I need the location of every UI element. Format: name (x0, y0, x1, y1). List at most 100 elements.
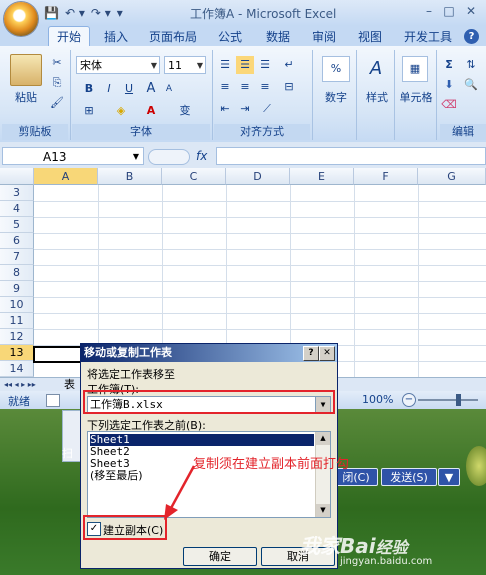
cells-button[interactable]: 单元格 (396, 88, 436, 104)
redo-icon[interactable]: ↷ ▾ (91, 6, 111, 20)
ok-button[interactable]: 确定 (183, 547, 257, 566)
list-scrollbar[interactable]: ▲ ▼ (315, 432, 330, 517)
paste-button[interactable]: 粘贴 (6, 88, 46, 106)
tab-review[interactable]: 审阅 (304, 28, 344, 46)
row-header[interactable]: 6 (0, 233, 34, 249)
decrease-font-icon[interactable]: A (160, 80, 178, 98)
clear-icon[interactable]: ⌫ (440, 96, 458, 114)
align-bottom-icon[interactable]: ☰ (256, 56, 274, 74)
tab-formulas[interactable]: 公式 (210, 28, 250, 46)
font-size-value: 11 (168, 59, 182, 72)
styles-icon[interactable]: A (362, 56, 390, 82)
row-header[interactable]: 14 (0, 361, 34, 377)
format-painter-icon[interactable]: 🖌 (48, 94, 66, 112)
column-header[interactable]: C (162, 168, 226, 185)
tab-home[interactable]: 开始 (48, 26, 90, 47)
align-left-icon[interactable]: ≡ (216, 78, 234, 96)
ribbon-separator (212, 50, 213, 140)
dialog-help-button[interactable]: ? (303, 346, 319, 361)
increase-indent-icon[interactable]: ⇥ (236, 100, 254, 118)
save-icon[interactable]: 💾 (44, 6, 59, 20)
row-header-selected[interactable]: 13 (0, 345, 34, 361)
tab-page-layout[interactable]: 页面布局 (146, 28, 200, 46)
cut-icon[interactable]: ✂ (48, 54, 66, 72)
wrap-text-icon[interactable]: ↵ (280, 56, 298, 74)
tab-view[interactable]: 视图 (350, 28, 390, 46)
orientation-icon[interactable]: ⟋ (258, 100, 276, 118)
font-name-combo[interactable]: 宋体 ▼ (76, 56, 160, 74)
column-header[interactable]: A (34, 168, 98, 185)
watermark-url: jingyan.baidu.com (340, 556, 433, 567)
tab-developer[interactable]: 开发工具 (398, 28, 458, 46)
customize-qat-icon[interactable]: ▾ (117, 6, 123, 20)
column-header[interactable]: G (418, 168, 486, 185)
align-middle-icon[interactable]: ☰ (236, 56, 254, 74)
sheet-list[interactable]: Sheet1 Sheet2 Sheet3 (移至最后) ▲ ▼ (87, 431, 331, 518)
close-button[interactable]: ✕ (460, 4, 482, 20)
row-header[interactable]: 7 (0, 249, 34, 265)
scroll-down-icon[interactable]: ▼ (316, 504, 330, 517)
insert-function-button[interactable]: fx (196, 147, 214, 165)
tab-data[interactable]: 数据 (258, 28, 298, 46)
font-color-icon[interactable]: A (142, 102, 160, 120)
tab-insert[interactable]: 插入 (96, 28, 136, 46)
row-header[interactable]: 9 (0, 281, 34, 297)
sheet-nav-arrows[interactable]: ◂◂ ◂ ▸ ▸▸ (4, 378, 36, 392)
font-size-combo[interactable]: 11 ▼ (164, 56, 206, 74)
dialog-close-button[interactable]: ✕ (319, 346, 335, 361)
styles-button[interactable]: 样式 (358, 88, 396, 104)
sheet-tab[interactable]: 表 (64, 378, 75, 392)
undo-icon[interactable]: ↶ ▾ (65, 6, 85, 20)
minimize-button[interactable]: – (420, 4, 438, 20)
italic-button[interactable]: I (100, 80, 118, 98)
background-window-text: 扫 (62, 447, 73, 460)
sort-filter-icon[interactable]: ⇅ (462, 56, 480, 74)
increase-font-icon[interactable]: A (142, 80, 160, 98)
zoom-slider-track[interactable] (418, 399, 478, 401)
cells-icon[interactable]: ▦ (402, 56, 428, 82)
find-select-icon[interactable]: 🔍 (462, 76, 480, 94)
column-header[interactable]: B (98, 168, 162, 185)
row-header[interactable]: 12 (0, 329, 34, 345)
fill-color-icon[interactable]: ◈ (112, 102, 130, 120)
scroll-up-icon[interactable]: ▲ (316, 432, 330, 445)
background-send-button[interactable]: 发送(S) (381, 468, 437, 486)
watermark-left: 我家 (300, 534, 340, 558)
column-header[interactable]: D (226, 168, 290, 185)
row-header[interactable]: 11 (0, 313, 34, 329)
align-center-icon[interactable]: ≡ (236, 78, 254, 96)
zoom-out-button[interactable]: − (402, 393, 416, 407)
macro-record-icon[interactable] (46, 394, 60, 407)
select-all-corner[interactable] (0, 168, 34, 185)
percent-icon[interactable]: % (322, 56, 350, 82)
align-top-icon[interactable]: ☰ (216, 56, 234, 74)
fill-icon[interactable]: ⬇ (440, 76, 458, 94)
underline-button[interactable]: U (120, 80, 138, 98)
copy-icon[interactable]: ⎘ (48, 74, 66, 92)
formula-input[interactable] (216, 147, 486, 165)
phonetic-button[interactable]: 变 (174, 102, 196, 120)
maximize-button[interactable]: □ (440, 4, 458, 20)
autosum-icon[interactable]: Σ (440, 56, 458, 74)
bold-button[interactable]: B (80, 80, 98, 98)
border-icon[interactable]: ⊞ (80, 102, 98, 120)
align-right-icon[interactable]: ≡ (256, 78, 274, 96)
column-header[interactable]: F (354, 168, 418, 185)
help-icon[interactable]: ? (464, 29, 479, 44)
merge-center-icon[interactable]: ⊟ (280, 78, 298, 96)
row-header[interactable]: 5 (0, 217, 34, 233)
decrease-indent-icon[interactable]: ⇤ (216, 100, 234, 118)
background-send-dropdown[interactable]: ▼ (438, 468, 460, 486)
zoom-slider-thumb[interactable] (456, 394, 461, 406)
row-header[interactable]: 8 (0, 265, 34, 281)
row-header[interactable]: 3 (0, 185, 34, 201)
column-header[interactable]: E (290, 168, 354, 185)
name-box[interactable]: A13 ▼ (2, 147, 144, 165)
number-button[interactable]: 数字 (316, 88, 356, 104)
zoom-level[interactable]: 100% (362, 393, 393, 406)
office-button[interactable] (4, 2, 38, 36)
ribbon-separator (436, 50, 437, 140)
formula-bar-expand[interactable] (148, 149, 190, 165)
row-header[interactable]: 10 (0, 297, 34, 313)
row-header[interactable]: 4 (0, 201, 34, 217)
